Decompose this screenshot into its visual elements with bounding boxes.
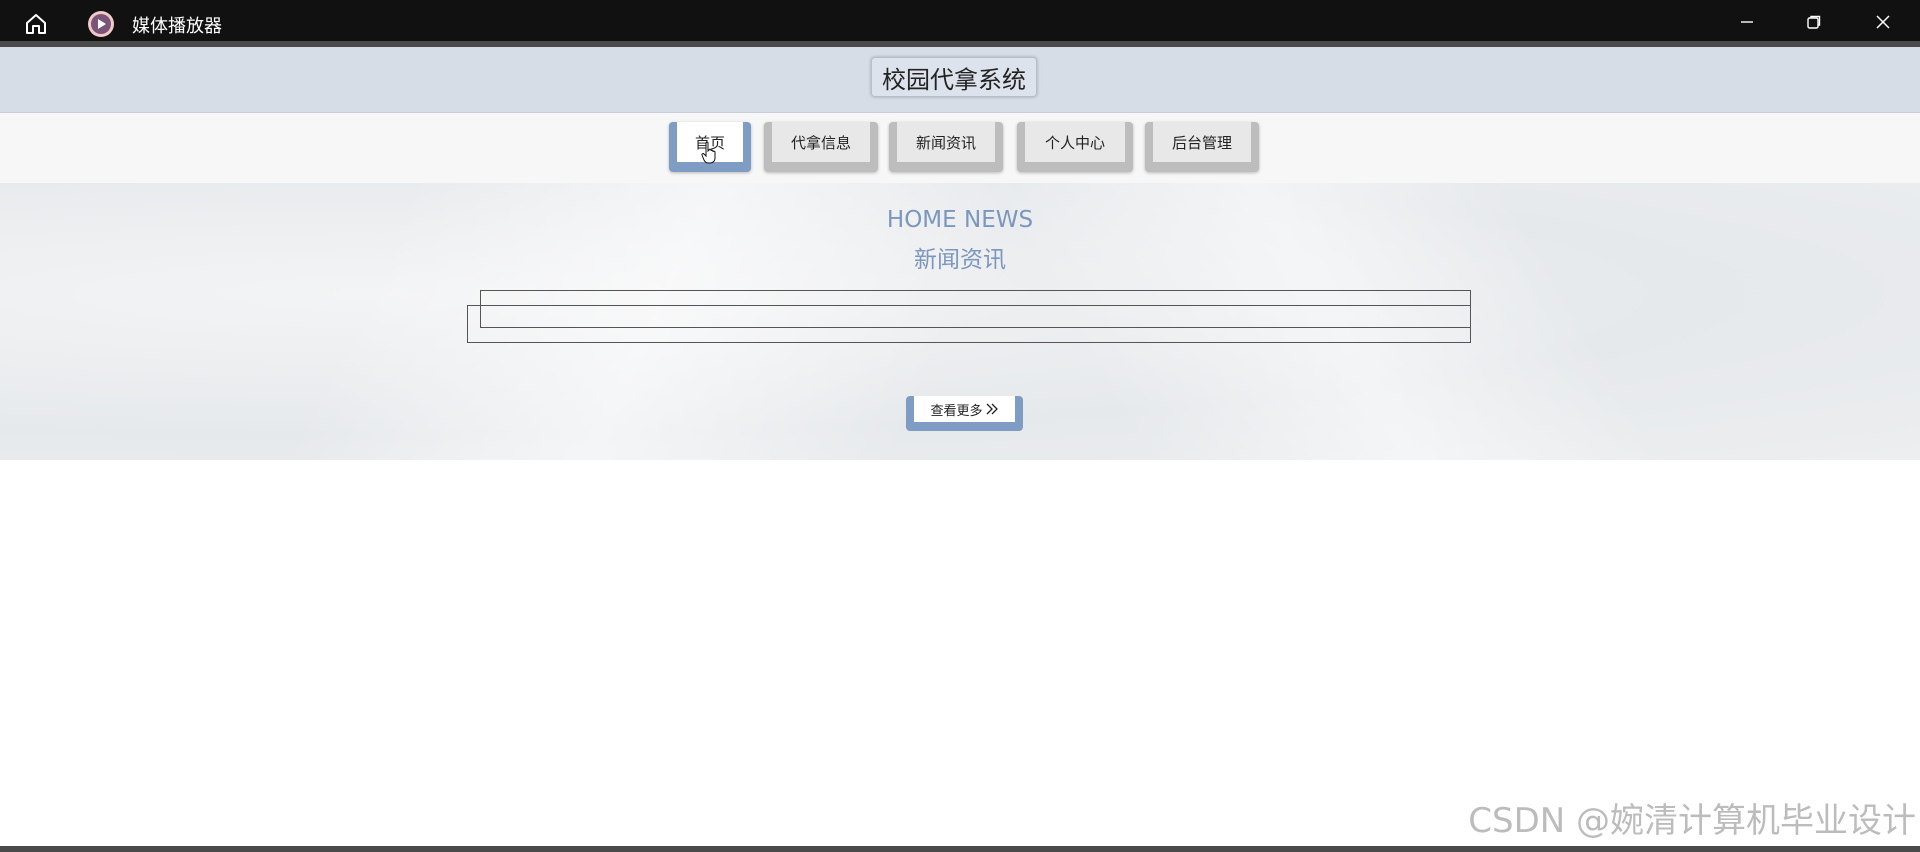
view-more-label-wrap: 查看更多	[914, 396, 1015, 422]
media-player-icon	[88, 11, 114, 37]
nav-item-label: 代拿信息	[772, 122, 870, 162]
close-icon	[1876, 15, 1890, 29]
nav-item-personal-center[interactable]: 个人中心	[1017, 122, 1133, 172]
view-more-button[interactable]: 查看更多	[906, 396, 1023, 431]
title-bar: 媒体播放器	[0, 0, 1920, 47]
news-section: HOME NEWS 新闻资讯 查看更多	[0, 183, 1920, 460]
watermark: CSDN @婉清计算机毕业设计	[1468, 801, 1916, 841]
home-button[interactable]	[20, 8, 52, 40]
app-title: 媒体播放器	[132, 16, 222, 37]
nav-item-label: 后台管理	[1153, 122, 1251, 162]
bottom-border	[0, 846, 1920, 852]
main-nav: 首页 代拿信息 新闻资讯 个人中心 后台管理	[0, 113, 1920, 183]
restore-icon	[1807, 15, 1821, 29]
hand-cursor-icon	[701, 141, 716, 164]
nav-item-label: 新闻资讯	[897, 122, 995, 162]
nav-item-pickup-info[interactable]: 代拿信息	[764, 122, 878, 172]
site-title: 校园代拿系统	[871, 57, 1037, 97]
nav-item-admin[interactable]: 后台管理	[1145, 122, 1259, 172]
nav-item-label: 个人中心	[1025, 122, 1125, 162]
news-list-frame-outer	[467, 305, 1471, 343]
double-chevron-right-icon	[986, 403, 998, 415]
close-button[interactable]	[1860, 6, 1906, 38]
news-heading-cn: 新闻资讯	[914, 247, 1006, 273]
minimize-button[interactable]	[1724, 6, 1770, 38]
nav-item-news[interactable]: 新闻资讯	[889, 122, 1003, 172]
minimize-icon	[1741, 21, 1753, 23]
news-heading-en: HOME NEWS	[886, 207, 1034, 233]
home-icon	[26, 14, 46, 34]
view-more-label: 查看更多	[930, 403, 983, 419]
restore-button[interactable]	[1791, 6, 1837, 38]
site-header: 校园代拿系统	[0, 47, 1920, 113]
